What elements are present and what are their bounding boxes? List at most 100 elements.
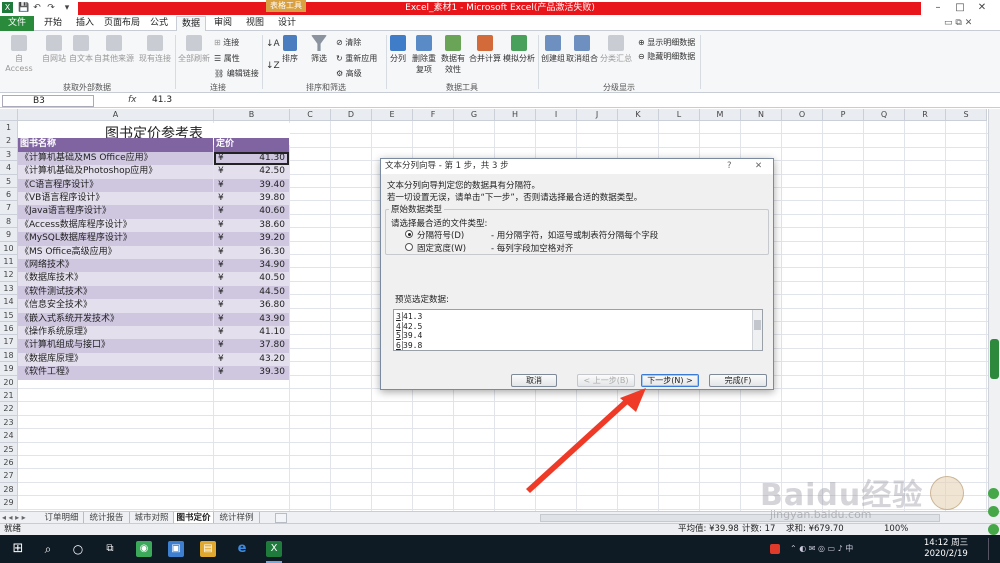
dialog-close-icon[interactable]: ✕: [755, 159, 762, 174]
column-header[interactable]: O: [782, 109, 823, 121]
row-header[interactable]: 16: [0, 322, 18, 336]
side-wechat-icon[interactable]: [988, 506, 999, 517]
price-cell[interactable]: ¥39.20: [214, 232, 289, 246]
side-share-icon[interactable]: [988, 488, 999, 499]
column-header[interactable]: G: [454, 109, 495, 121]
column-header[interactable]: H: [495, 109, 536, 121]
column-header[interactable]: Q: [864, 109, 905, 121]
row-header[interactable]: 15: [0, 308, 18, 322]
column-header[interactable]: E: [372, 109, 413, 121]
row-header[interactable]: 28: [0, 482, 18, 497]
row-header[interactable]: 26: [0, 456, 18, 470]
search-icon[interactable]: ⌕: [40, 541, 56, 557]
minimize-ribbon-icon[interactable]: ▭: [944, 18, 953, 28]
tab-design[interactable]: 设计: [272, 16, 302, 31]
row-header[interactable]: 6: [0, 188, 18, 202]
reapply-button[interactable]: ↻ 重新应用: [336, 53, 377, 64]
book-name-cell[interactable]: 《数据库技术》: [18, 272, 213, 286]
select-all-corner[interactable]: [0, 109, 18, 121]
price-cell[interactable]: ¥34.90: [214, 259, 289, 273]
app-icon[interactable]: ▣: [168, 541, 184, 557]
row-header[interactable]: 13: [0, 281, 18, 296]
task-view-icon[interactable]: ⧉: [102, 541, 118, 557]
column-header[interactable]: R: [905, 109, 946, 121]
side-weibo-icon[interactable]: [988, 524, 999, 535]
excel-taskbar-icon[interactable]: X: [266, 541, 282, 557]
refresh-all-button[interactable]: 全部刷新: [178, 35, 210, 64]
book-name-cell[interactable]: 《VB语言程序设计》: [18, 192, 213, 206]
price-cell[interactable]: ¥40.50: [214, 272, 289, 286]
name-box[interactable]: B3: [2, 95, 94, 107]
radio-circle[interactable]: [405, 230, 413, 238]
cortana-icon[interactable]: ○: [70, 541, 86, 557]
show-desktop[interactable]: [988, 538, 998, 560]
edit-links-button[interactable]: ⛓ 编辑链接: [214, 68, 259, 79]
tab-home[interactable]: 开始: [38, 16, 68, 31]
row-header[interactable]: 22: [0, 402, 18, 416]
undo-icon[interactable]: ↶: [32, 3, 42, 13]
from-text-button[interactable]: 自文本: [68, 35, 94, 64]
column-header[interactable]: N: [741, 109, 782, 121]
book-name-cell[interactable]: 《软件工程》: [18, 366, 213, 380]
windows-start-icon[interactable]: ⊞: [10, 541, 26, 557]
tab-view[interactable]: 视图: [240, 16, 270, 31]
price-cell[interactable]: ¥41.10: [214, 326, 289, 340]
column-header[interactable]: F: [413, 109, 454, 121]
data-validation-button[interactable]: 数据有效性: [440, 35, 466, 75]
tab-page-layout[interactable]: 页面布局: [102, 16, 142, 31]
row-header[interactable]: 14: [0, 295, 18, 309]
maximize-button[interactable]: □: [952, 0, 968, 15]
column-header[interactable]: A: [18, 109, 214, 121]
price-cell[interactable]: ¥39.30: [214, 366, 289, 380]
book-name-cell[interactable]: 《数据库原理》: [18, 352, 213, 367]
row-header[interactable]: 11: [0, 255, 18, 269]
preview-scroll-thumb[interactable]: [754, 320, 761, 330]
minimize-button[interactable]: –: [930, 0, 946, 15]
clear-filter-button[interactable]: ⊘ 清除: [336, 37, 361, 48]
restore-window-icon[interactable]: ⧉: [955, 18, 961, 28]
browser-icon[interactable]: ◉: [136, 541, 152, 557]
finish-button[interactable]: 完成(F): [709, 374, 767, 387]
zoom-level[interactable]: 100%: [884, 524, 908, 535]
row-header[interactable]: 7: [0, 201, 18, 215]
show-detail-button[interactable]: ⊕ 显示明细数据: [638, 37, 695, 48]
price-cell[interactable]: ¥43.90: [214, 312, 289, 326]
book-name-cell[interactable]: 《信息安全技术》: [18, 299, 213, 313]
from-other-sources-button[interactable]: 自其他来源: [94, 35, 134, 64]
tab-insert[interactable]: 插入: [70, 16, 100, 31]
price-cell[interactable]: ¥42.50: [214, 165, 289, 179]
row-header[interactable]: 5: [0, 174, 18, 188]
radio-circle[interactable]: [405, 243, 413, 251]
header-book-name[interactable]: 图书名称: [18, 138, 213, 152]
ribbon-restore-icons[interactable]: ▭ ⧉ ✕: [944, 18, 972, 28]
from-access-button[interactable]: 自 Access: [2, 35, 36, 73]
scroll-thumb[interactable]: [990, 339, 999, 379]
remove-duplicates-button[interactable]: 删除重复项: [410, 35, 438, 75]
price-cell[interactable]: ¥40.60: [214, 205, 289, 219]
what-if-analysis-button[interactable]: 模拟分析: [502, 35, 536, 64]
book-name-cell[interactable]: 《嵌入式系统开发技术》: [18, 312, 213, 326]
row-header[interactable]: 17: [0, 335, 18, 349]
column-header[interactable]: C: [290, 109, 331, 121]
tray-app-icon[interactable]: [770, 544, 780, 554]
column-header[interactable]: M: [700, 109, 741, 121]
vertical-scrollbar[interactable]: [988, 109, 1000, 523]
back-button[interactable]: < 上一步(B): [577, 374, 635, 387]
close-workbook-icon[interactable]: ✕: [965, 18, 973, 28]
advanced-filter-button[interactable]: ⚙ 高级: [336, 68, 362, 79]
tab-review[interactable]: 审阅: [208, 16, 238, 31]
price-cell[interactable]: ¥38.60: [214, 218, 289, 233]
row-header[interactable]: 10: [0, 241, 18, 255]
row-header[interactable]: 9: [0, 228, 18, 242]
row-header[interactable]: 24: [0, 429, 18, 443]
file-explorer-icon[interactable]: ▤: [200, 541, 216, 557]
column-header[interactable]: B: [214, 109, 290, 121]
book-name-cell[interactable]: 《计算机基础及Photoshop应用》: [18, 165, 213, 179]
tab-formulas[interactable]: 公式: [144, 16, 174, 31]
column-header[interactable]: S: [946, 109, 987, 121]
book-name-cell[interactable]: 《Access数据库程序设计》: [18, 218, 213, 233]
group-button[interactable]: 创建组: [540, 35, 566, 64]
row-header[interactable]: 27: [0, 469, 18, 483]
connections-button[interactable]: ⊞ 连接: [214, 37, 239, 48]
book-name-cell[interactable]: 《操作系统原理》: [18, 326, 213, 340]
